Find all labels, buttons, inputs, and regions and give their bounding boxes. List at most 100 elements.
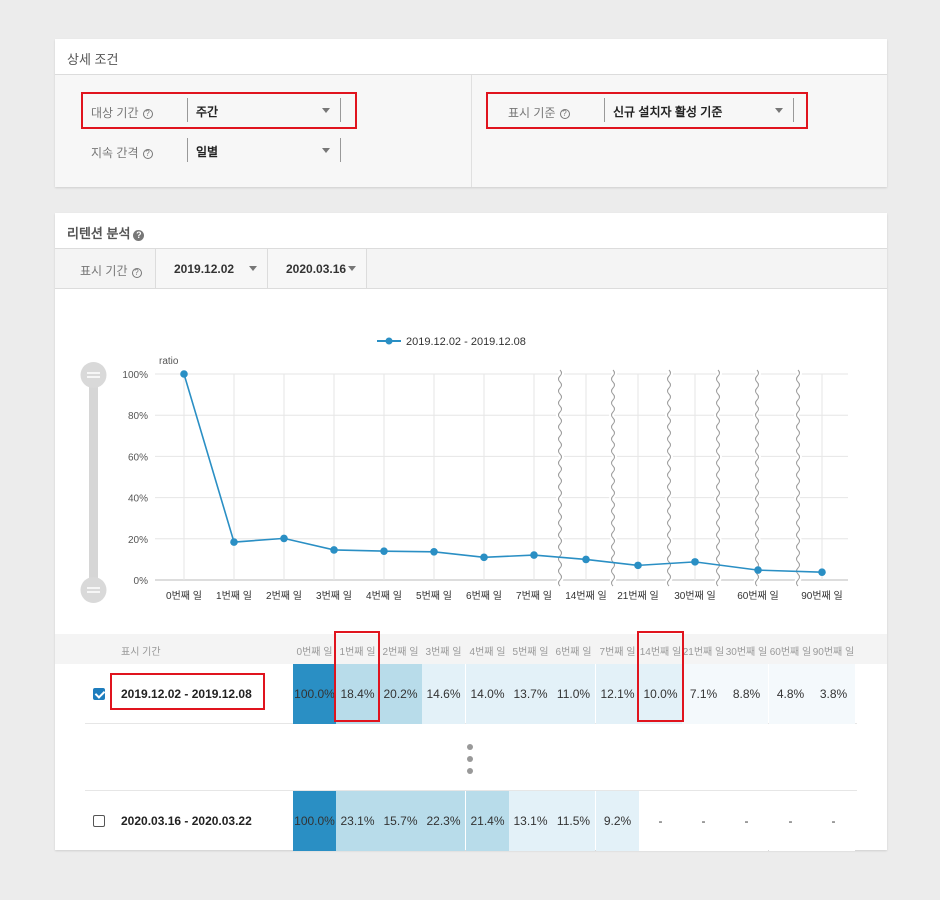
table-header-col: 14번째 일 xyxy=(639,647,682,658)
table-header-col: 2번째 일 xyxy=(382,647,419,658)
table-row[interactable]: 2020.03.16 - 2020.03.22 100.0% 23.1% 15.7%… xyxy=(85,790,857,851)
data-point xyxy=(634,561,642,570)
legend-label: 2019.12.02 - 2019.12.08 xyxy=(406,336,526,348)
data-point xyxy=(818,568,826,576)
table-cell: 10.0% xyxy=(639,664,682,724)
table-cell: 18.4% xyxy=(336,664,379,724)
table-cell: - xyxy=(812,791,855,851)
table-cell: 13.1% xyxy=(509,791,552,851)
table-cell: 9.2% xyxy=(596,791,639,851)
table-header-period: 표시 기간 xyxy=(121,647,161,658)
table-header-col: 21번째 일 xyxy=(682,647,725,658)
table-cell: 11.0% xyxy=(552,664,595,724)
start-date-select[interactable]: 2019.12.02 xyxy=(155,249,267,288)
retention-title: 리텐션 분석? xyxy=(55,213,887,249)
table-cell: 22.3% xyxy=(422,791,465,851)
table-header-col: 7번째 일 xyxy=(599,647,636,658)
table-header-col: 60번째 일 xyxy=(769,647,812,658)
table-cell: 100.0% xyxy=(293,664,336,724)
legend-marker xyxy=(385,337,393,345)
range-handle-top[interactable] xyxy=(80,362,107,388)
series-line xyxy=(183,373,823,573)
table-header-col: 5번째 일 xyxy=(512,647,549,658)
target-period-field: 대상 기간? 주간 xyxy=(91,98,341,124)
table-cell: - xyxy=(725,791,768,851)
display-basis-field: 표시 기준? 신규 설치자 활성 기준 xyxy=(508,98,794,124)
help-icon[interactable]: ? xyxy=(131,268,142,278)
data-point xyxy=(691,558,699,566)
chevron-down-icon xyxy=(322,148,330,153)
display-basis-label: 표시 기준? xyxy=(508,104,570,121)
y-tick-label: 100% xyxy=(122,370,148,381)
y-tick-label: 20% xyxy=(128,535,148,546)
table-cell: 100.0% xyxy=(293,791,336,851)
data-point xyxy=(230,538,238,546)
x-tick-label: 6번째 일 xyxy=(466,590,502,602)
table-header-col: 4번째 일 xyxy=(469,647,506,658)
interval-select[interactable]: 일별 xyxy=(187,138,341,162)
period-filter-bar: 표시 기간? 2019.12.02 2020.03.16 xyxy=(55,249,887,289)
y-axis-label: ratio xyxy=(159,356,179,367)
x-tick-label: 1번째 일 xyxy=(216,590,252,602)
table-header-col: 3번째 일 xyxy=(425,647,462,658)
data-point xyxy=(330,546,338,554)
help-icon[interactable]: ? xyxy=(559,109,570,119)
display-basis-select[interactable]: 신규 설치자 활성 기준 xyxy=(604,98,794,122)
row-period: 2020.03.16 - 2020.03.22 xyxy=(121,814,252,828)
chevron-down-icon xyxy=(348,266,356,271)
chevron-down-icon xyxy=(322,108,330,113)
end-date-select[interactable]: 2020.03.16 xyxy=(267,249,367,288)
row-period: 2019.12.02 - 2019.12.08 xyxy=(121,687,252,701)
table-header: 표시 기간 0번째 일 1번째 일 2번째 일 3번째 일 4번째 일 5번째 일 6번째 … xyxy=(55,634,887,664)
table-cell: 12.1% xyxy=(596,664,639,724)
row-checkbox[interactable] xyxy=(93,688,105,700)
x-tick-label: 90번째 일 xyxy=(801,590,843,602)
row-checkbox[interactable] xyxy=(93,815,105,827)
table-cell: 21.4% xyxy=(466,791,509,851)
data-point xyxy=(480,553,488,562)
table-cell: 4.8% xyxy=(769,664,812,724)
table-cell: - xyxy=(769,791,812,851)
data-point xyxy=(430,547,438,556)
x-tick-label: 0번째 일 xyxy=(166,590,202,602)
table-cell: 14.6% xyxy=(422,664,465,724)
data-point xyxy=(582,555,590,564)
x-tick-label: 30번째 일 xyxy=(674,590,716,602)
x-tick-label: 21번째 일 xyxy=(617,590,659,602)
retention-panel: 리텐션 분석? 표시 기간? 2019.12.02 2020.03.16 0% 2… xyxy=(55,213,887,851)
more-rows-ellipsis-icon xyxy=(465,744,475,780)
data-point xyxy=(754,566,762,574)
table-cell: - xyxy=(639,791,682,851)
x-tick-label: 4번째 일 xyxy=(366,590,402,602)
table-cell: - xyxy=(682,791,725,851)
table-cell: 15.7% xyxy=(379,791,422,851)
table-header-col: 6번째 일 xyxy=(555,647,592,658)
data-point xyxy=(530,551,538,559)
chevron-down-icon xyxy=(775,108,783,113)
x-tick-label: 2번째 일 xyxy=(266,590,302,602)
x-tick-label: 3번째 일 xyxy=(316,590,352,602)
help-icon[interactable]: ? xyxy=(142,109,153,119)
target-period-label: 대상 기간? xyxy=(91,104,153,121)
table-cell: 11.5% xyxy=(552,791,595,851)
conditions-body: 대상 기간? 주간 지속 간격? 일별 표시 기준? 신규 설치자 활성 기준 xyxy=(55,75,887,187)
range-handle-bottom[interactable] xyxy=(80,577,107,603)
help-icon[interactable]: ? xyxy=(142,149,153,159)
period-label: 표시 기간? xyxy=(80,262,142,279)
table-header-col: 1번째 일 xyxy=(339,647,376,658)
y-tick-label: 40% xyxy=(128,494,148,505)
data-point xyxy=(380,547,388,555)
y-tick-label: 80% xyxy=(128,411,148,422)
table-cell: 7.1% xyxy=(682,664,725,724)
help-icon[interactable]: ? xyxy=(133,230,145,241)
conditions-panel: 상세 조건 대상 기간? 주간 지속 간격? 일별 표시 기준? 신규 설치자 … xyxy=(55,39,887,187)
table-header-col: 0번째 일 xyxy=(296,647,333,658)
target-period-select[interactable]: 주간 xyxy=(187,98,341,122)
retention-chart: 0% 20% 40% 60% 80% 100% ratio 0번째 일 1번째 일 2번째 일 3번… xyxy=(80,336,848,603)
chevron-down-icon xyxy=(249,266,257,271)
data-point xyxy=(180,370,188,378)
table-cell: 20.2% xyxy=(379,664,422,724)
data-point xyxy=(280,534,288,543)
table-cell: 13.7% xyxy=(509,664,552,724)
table-row[interactable]: 2019.12.02 - 2019.12.08 100.0% 18.4% 20.2%… xyxy=(85,664,857,724)
